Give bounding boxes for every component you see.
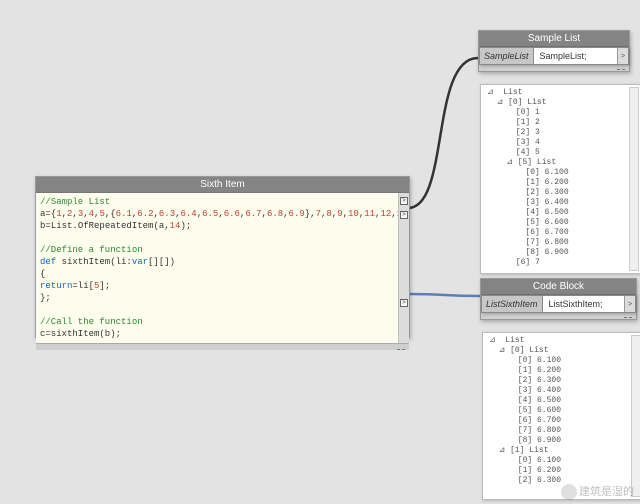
code-block-watch[interactable]: ⊿ List ⊿ [0] List [0] 6.100 [1] 6.200 [2… xyxy=(482,332,640,500)
sixth-item-title: Sixth Item xyxy=(36,177,409,193)
node-footer xyxy=(36,343,409,350)
code-block-expression[interactable]: ListSixthItem ListSixthItem; > xyxy=(481,295,636,313)
output-port-b[interactable]: > xyxy=(400,211,408,219)
output-port-c[interactable]: > xyxy=(400,299,408,307)
sixth-item-output-ports: > > > xyxy=(398,193,409,343)
sixth-item-code[interactable]: //Sample List a={1,2,3,4,5,{6.1,6.2,6.3,… xyxy=(36,193,398,343)
code-block-value[interactable]: ListSixthItem; xyxy=(543,296,624,312)
code-block-port-label: ListSixthItem xyxy=(482,296,543,312)
scrollbar[interactable] xyxy=(629,87,639,271)
sixth-item-node[interactable]: Sixth Item //Sample List a={1,2,3,4,5,{6… xyxy=(35,176,410,338)
scrollbar[interactable] xyxy=(631,335,640,497)
sample-list-watch-text: ⊿ List ⊿ [0] List [0] 1 [1] 2 [2] 3 [3] … xyxy=(487,88,627,268)
code-block-output-port[interactable]: > xyxy=(624,296,635,312)
sample-list-watch[interactable]: ⊿ List ⊿ [0] List [0] 1 [1] 2 [2] 3 [3] … xyxy=(480,84,640,274)
watermark-icon xyxy=(561,484,577,500)
sample-list-output-port[interactable]: > xyxy=(617,48,628,64)
watermark: 建筑是湿的 xyxy=(561,483,634,500)
sample-list-title: Sample List xyxy=(479,31,629,47)
code-block-watch-text: ⊿ List ⊿ [0] List [0] 6.100 [1] 6.200 [2… xyxy=(489,336,629,486)
sample-list-expression[interactable]: SampleList SampleList; > xyxy=(479,47,629,65)
output-port-a[interactable]: > xyxy=(400,197,408,205)
sample-list-port-label: SampleList xyxy=(480,48,534,64)
sample-list-value[interactable]: SampleList; xyxy=(534,48,617,64)
code-block-title: Code Block xyxy=(481,279,636,295)
